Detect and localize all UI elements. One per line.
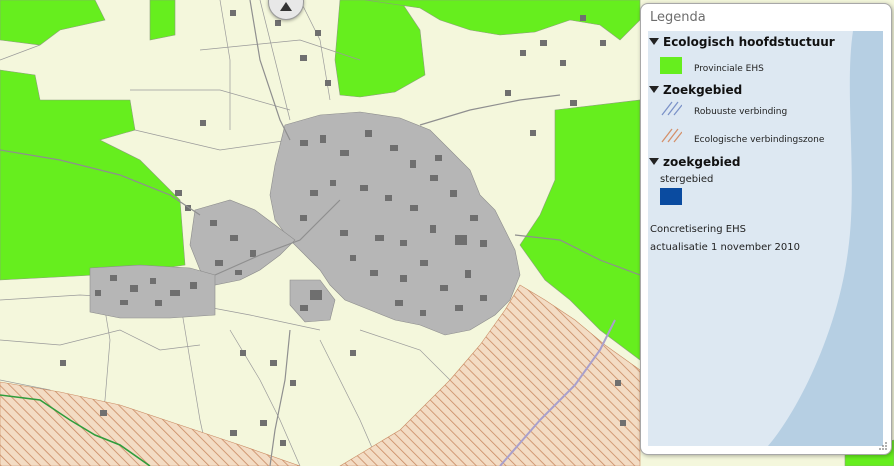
collapse-triangle-icon	[649, 86, 659, 93]
pan-arrow-icon	[280, 2, 292, 11]
legend-section-heading: Zoekgebied	[663, 83, 743, 97]
legend-section-heading: Ecologisch hoofdstuctuur	[663, 35, 835, 49]
legend-item-label: Robuuste verbinding	[694, 107, 788, 117]
legend-section-zoekgebied-2[interactable]: zoekgebied	[649, 155, 741, 169]
legend-item-label: stergebied	[660, 174, 714, 185]
legend-swatch-ecologische-verbindingszone	[661, 128, 682, 143]
collapse-triangle-icon	[649, 158, 659, 165]
resize-grip-icon[interactable]	[878, 441, 888, 451]
legend-swatch-stergebied	[660, 188, 682, 205]
legend-item-label: Provinciale EHS	[694, 64, 764, 74]
legend-section-heading: zoekgebied	[663, 155, 741, 169]
collapse-triangle-icon	[649, 38, 659, 45]
legend-title: Legenda	[650, 10, 706, 25]
legend-swatch-provinciale-ehs	[660, 57, 682, 74]
legend-panel[interactable]: Legenda Ecologisch hoofdstuctuur Provinc…	[640, 3, 892, 455]
legend-item-label: Ecologische verbindingszone	[694, 135, 825, 145]
legend-swatch-robuuste-verbinding	[661, 101, 682, 116]
legend-note-date: actualisatie 1 november 2010	[650, 242, 800, 253]
legend-section-zoekgebied[interactable]: Zoekgebied	[649, 83, 742, 97]
legend-body: Ecologisch hoofdstuctuur Provinciale EHS…	[648, 31, 883, 446]
legend-note-title: Concretisering EHS	[650, 224, 746, 235]
legend-section-ehs[interactable]: Ecologisch hoofdstuctuur	[649, 35, 835, 49]
